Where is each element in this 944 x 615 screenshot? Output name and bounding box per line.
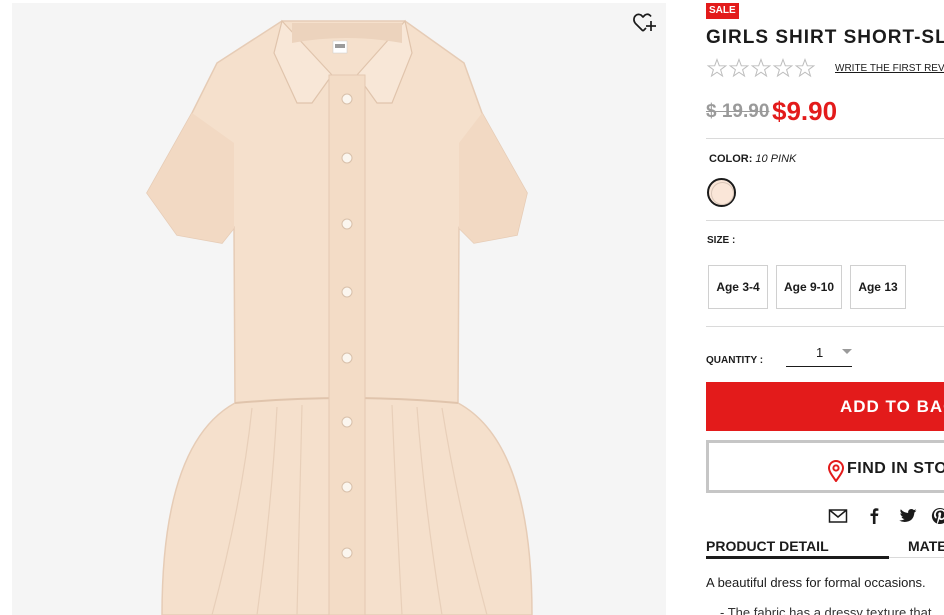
location-pin-icon	[827, 460, 845, 482]
star-icon	[794, 58, 816, 78]
dress-illustration	[146, 19, 533, 615]
find-in-store-label: FIND IN STOR	[847, 460, 944, 477]
active-tab-indicator	[706, 556, 889, 559]
quantity-value: 1	[816, 345, 824, 360]
product-title: GIRLS SHIRT SHORT-SLE	[706, 27, 944, 48]
original-price: $ 19.90	[706, 101, 770, 122]
color-label-text: COLOR:	[709, 153, 753, 165]
product-image[interactable]	[12, 3, 666, 615]
chevron-down-icon	[842, 349, 852, 354]
star-icon	[706, 58, 728, 78]
size-label: SIZE :	[707, 235, 736, 246]
sale-badge: SALE	[706, 3, 739, 19]
color-value: 10 PINK	[755, 153, 797, 165]
add-favorite-button[interactable]	[633, 12, 657, 34]
product-detail-bullet: - The fabric has a dressy texture that	[720, 605, 932, 615]
divider	[706, 138, 944, 139]
product-info-panel: SALE GIRLS SHIRT SHORT-SLE WRITE THE FIR…	[706, 0, 944, 615]
rating-stars	[706, 58, 816, 78]
quantity-label: QUANTITY :	[706, 355, 764, 366]
sale-price: $9.90	[772, 96, 838, 126]
heart-plus-icon	[633, 13, 656, 32]
size-option-age-13[interactable]: Age 13	[850, 265, 906, 309]
star-icon	[750, 58, 772, 78]
add-to-bag-label: ADD TO BAG	[840, 397, 944, 416]
divider	[706, 326, 944, 327]
find-in-store-button[interactable]: FIND IN STOR	[706, 440, 944, 493]
size-option-age-3-4[interactable]: Age 3-4	[708, 265, 768, 309]
product-page: SALE GIRLS SHIRT SHORT-SLE WRITE THE FIR…	[0, 0, 944, 615]
twitter-icon[interactable]	[898, 507, 918, 525]
star-icon	[772, 58, 794, 78]
facebook-icon[interactable]	[864, 507, 884, 525]
divider	[706, 220, 944, 221]
mail-icon[interactable]	[828, 507, 848, 525]
color-swatch-pink[interactable]	[707, 178, 736, 207]
pinterest-icon[interactable]	[930, 507, 944, 525]
add-to-bag-button[interactable]: ADD TO BAG	[706, 382, 944, 431]
tab-materials[interactable]: MATE	[908, 538, 944, 554]
product-description: A beautiful dress for formal occasions.	[706, 575, 926, 590]
size-option-age-9-10[interactable]: Age 9-10	[776, 265, 842, 309]
quantity-select[interactable]: 1	[786, 341, 852, 367]
tab-product-detail[interactable]: PRODUCT DETAIL	[706, 538, 829, 554]
tab-divider	[889, 557, 944, 558]
star-icon	[728, 58, 750, 78]
color-label: COLOR: 10 PINK	[709, 153, 796, 165]
write-review-link[interactable]: WRITE THE FIRST REVIE	[835, 63, 944, 74]
